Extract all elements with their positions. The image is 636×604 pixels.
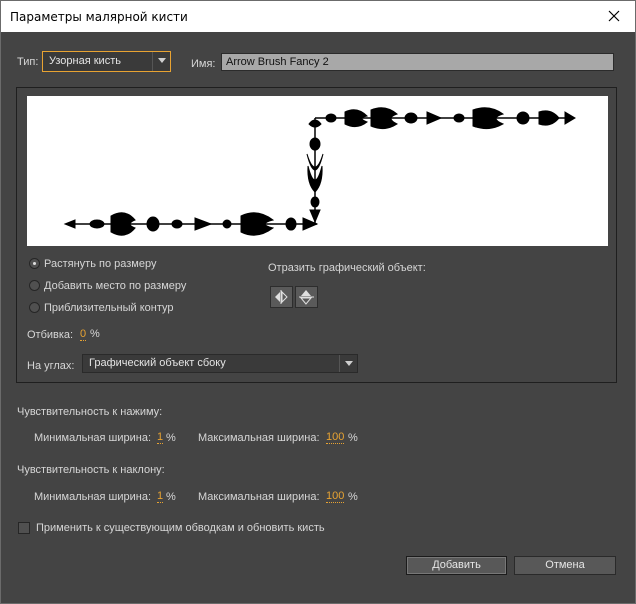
- spacing-unit: %: [90, 328, 100, 340]
- fit-stretch-label: Растянуть по размеру: [44, 258, 157, 270]
- tilt-max-value[interactable]: 100: [326, 490, 345, 503]
- chevron-down-icon: [339, 355, 357, 372]
- flip-label: Отразить графический объект:: [268, 262, 426, 274]
- spacing-label: Отбивка:: [27, 329, 74, 341]
- pressure-max-value[interactable]: 100: [326, 431, 345, 444]
- fit-approximate-label: Приблизительный контур: [44, 302, 174, 314]
- type-select-value: Узорная кисть: [49, 55, 121, 67]
- pressure-max-label: Максимальная ширина:: [198, 432, 320, 444]
- apply-label: Применить к существующим обводкам и обно…: [36, 522, 325, 534]
- pressure-title: Чувствительность к нажиму:: [17, 406, 163, 418]
- fit-add-space-label: Добавить место по размеру: [44, 280, 187, 292]
- name-input-value: Arrow Brush Fancy 2: [226, 56, 329, 68]
- tilt-title: Чувствительность к наклону:: [17, 464, 165, 476]
- pressure-min-label: Минимальная ширина:: [34, 432, 152, 444]
- type-select[interactable]: Узорная кисть: [42, 51, 171, 72]
- flip-across-button[interactable]: [295, 286, 318, 308]
- flip-along-icon: [275, 290, 288, 304]
- close-icon[interactable]: [605, 7, 623, 25]
- tilt-min-value[interactable]: 1: [157, 490, 164, 503]
- fit-approximate-radio[interactable]: [29, 302, 40, 313]
- fit-add-space-radio[interactable]: [29, 280, 40, 291]
- tilt-min-label: Минимальная ширина:: [34, 491, 152, 503]
- tilt-min-unit: %: [166, 491, 176, 503]
- pattern-preview-artwork: [63, 107, 576, 236]
- pressure-min-unit: %: [166, 432, 176, 444]
- brush-options-dialog: Параметры малярной кисти Тип: Узорная ки…: [0, 0, 636, 604]
- brush-options-group: Растянуть по размеру Добавить место по р…: [16, 87, 617, 383]
- flip-across-icon: [299, 290, 314, 305]
- name-input[interactable]: Arrow Brush Fancy 2: [221, 53, 614, 71]
- spacing-value[interactable]: 0: [80, 328, 87, 341]
- tilt-max-label: Максимальная ширина:: [198, 491, 320, 503]
- corners-label: На углах:: [27, 360, 75, 372]
- corners-select[interactable]: Графический объект сбоку: [82, 354, 358, 373]
- pressure-max-unit: %: [348, 432, 358, 444]
- flip-along-button[interactable]: [270, 286, 293, 308]
- chevron-down-icon: [152, 52, 170, 71]
- type-label: Тип:: [17, 56, 39, 68]
- name-label: Имя:: [191, 58, 216, 70]
- pressure-min-value[interactable]: 1: [157, 431, 164, 444]
- corners-select-value: Графический объект сбоку: [89, 357, 226, 369]
- cancel-button[interactable]: Отмена: [514, 556, 616, 575]
- apply-checkbox[interactable]: [18, 522, 30, 534]
- fit-stretch-radio[interactable]: [29, 258, 40, 269]
- brush-preview: [27, 96, 608, 246]
- dialog-title: Параметры малярной кисти: [10, 10, 188, 24]
- add-button[interactable]: Добавить: [406, 556, 507, 575]
- tilt-max-unit: %: [348, 491, 358, 503]
- title-bar: Параметры малярной кисти: [1, 1, 635, 32]
